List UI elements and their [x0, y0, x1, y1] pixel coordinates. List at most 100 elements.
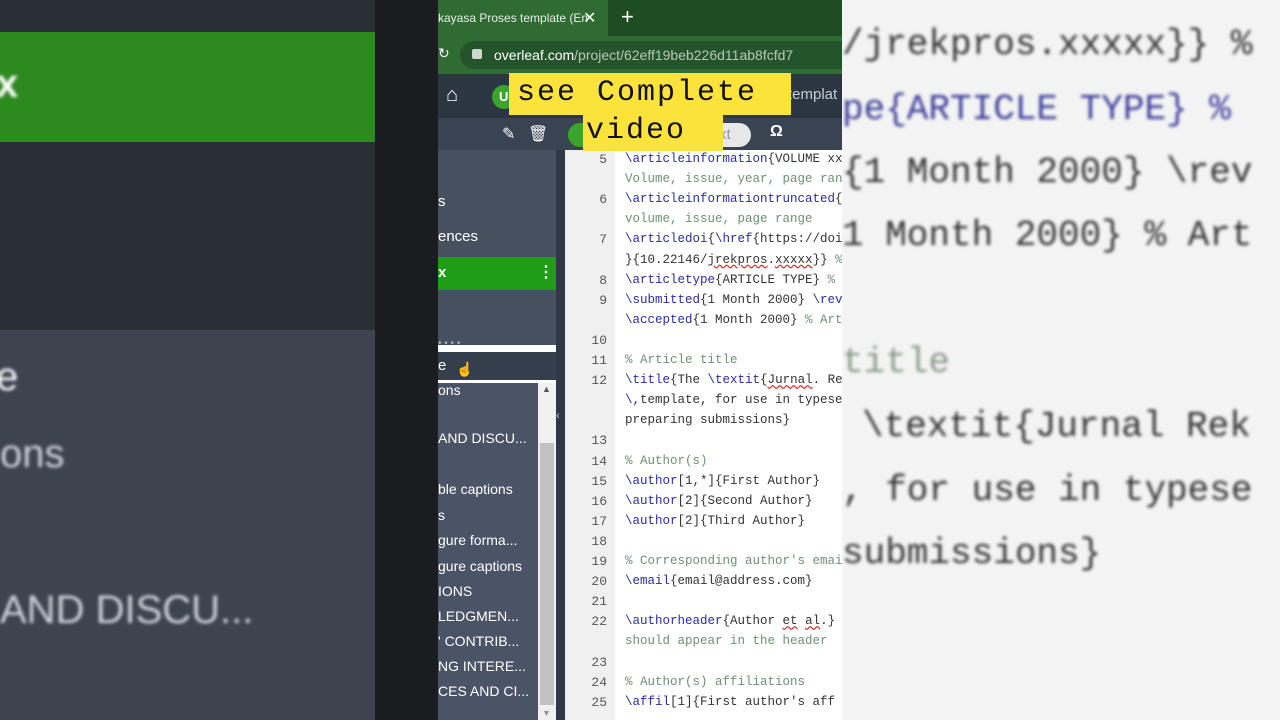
blurred-divider	[375, 0, 438, 720]
code-line: \author[2]{Second Author}	[625, 494, 813, 508]
kebab-menu-icon[interactable]: ⋮	[538, 262, 554, 282]
latex-comment: % Author(s) affiliations	[625, 674, 806, 689]
outline-item[interactable]: LEDGMEN...	[438, 608, 519, 624]
outline-item[interactable]: AND DISCU...	[438, 430, 527, 446]
code-text: {1 Month 2000}	[692, 312, 806, 327]
line-number: 16	[591, 493, 607, 509]
line-number: 11	[591, 353, 607, 368]
scroll-down-icon[interactable]: ▼	[542, 708, 551, 718]
blurred-code: \textit{Jurnal Rek	[862, 406, 1251, 447]
video-caption-overlay: see Complete	[509, 73, 791, 115]
project-name[interactable]: templat	[788, 86, 837, 103]
rename-pencil-icon[interactable]: ✎	[502, 124, 515, 144]
code-text: }}	[812, 252, 836, 267]
blurred-code: submissions}	[842, 533, 1102, 574]
code-text: {ARTICLE TYPE}	[715, 272, 828, 287]
blurred-selected-file	[0, 32, 375, 142]
latex-command: \textit	[707, 373, 761, 388]
code-line: \articleinformation{VOLUME xx	[625, 152, 842, 166]
latex-command: \articleinformation	[625, 152, 768, 166]
blurred-text: ons	[0, 432, 65, 476]
code-text: template, for use in typese	[640, 393, 842, 408]
close-tab-icon[interactable]: ✕	[583, 8, 596, 28]
latex-command: \authorheader	[625, 614, 723, 629]
line-number: 18	[591, 533, 607, 549]
scroll-up-icon[interactable]: ▲	[542, 384, 551, 394]
code-line: \affil[1]{First author's aff	[625, 695, 835, 709]
code-text: [1,*]{First Author}	[677, 473, 821, 488]
line-number: 9	[599, 292, 607, 308]
line-number: 24	[591, 674, 607, 690]
code-text: [2]{Third Author}	[677, 513, 806, 528]
outline-item[interactable]: IONS	[438, 583, 472, 599]
outline-item[interactable]: gure captions	[438, 558, 522, 574]
code-line: \submitted{1 Month 2000} \rev	[625, 293, 842, 307]
blurred-text: AND DISCU...	[0, 588, 254, 632]
code-text: [2]{Second Author}	[677, 493, 813, 508]
blurred-code: /jrekpros.xxxxx}} %	[842, 24, 1253, 65]
outline-item[interactable]: ' CONTRIB...	[438, 633, 519, 649]
line-number: 25	[591, 694, 607, 710]
scroll-thumb[interactable]	[540, 443, 554, 705]
latex-comment: % Corresponding author's emai	[625, 554, 842, 568]
new-tab-button[interactable]: +	[621, 4, 634, 30]
code-text: }{10.22146/	[625, 252, 708, 267]
browser-tab[interactable]: kayasa Proses template (En ✕	[438, 0, 608, 36]
outline-item[interactable]: ble captions	[438, 481, 513, 497]
outline-item[interactable]: ons	[438, 382, 461, 398]
latex-command: \author	[625, 493, 678, 508]
latex-command: \author	[625, 473, 678, 488]
outline-title: e	[438, 357, 447, 374]
spellcheck-word: xxxxx	[775, 252, 813, 267]
outline-item[interactable]: gure forma...	[438, 532, 517, 548]
latex-command: \articletype	[625, 272, 716, 287]
outline-item[interactable]: CES AND CI...	[438, 683, 529, 699]
blurred-code: , for use in typese	[842, 470, 1253, 511]
latex-command: \articledoi	[625, 232, 708, 247]
code-text: .	[767, 252, 776, 267]
line-number: 6	[599, 192, 607, 208]
trash-icon[interactable]: 🗑	[528, 124, 548, 144]
video-frame: kayasa Proses template (En ✕ + ↻ overlea…	[438, 0, 842, 720]
line-number: 22	[591, 614, 607, 630]
latex-command: \articleinformationtruncated	[625, 192, 836, 207]
code-line: Volume, issue, year, page ran	[625, 172, 842, 186]
line-number: 15	[591, 473, 607, 489]
latex-comment: %	[835, 252, 842, 267]
file-tree-item-selected[interactable]: x ⋮	[438, 257, 556, 290]
latex-command: \rev	[812, 292, 842, 307]
code-text: {The	[670, 373, 708, 388]
blurred-code: {1 Month 2000} \rev	[842, 152, 1253, 193]
symbol-palette-icon[interactable]: Ω	[770, 123, 783, 141]
line-number: 13	[591, 433, 607, 449]
code-text: .}	[820, 614, 836, 629]
blurred-code: pe{ARTICLE TYPE} %	[842, 89, 1231, 130]
line-number: 5	[599, 152, 607, 167]
url-input[interactable]: overleaf.com/project/62eff19beb226d11ab8…	[460, 41, 842, 69]
latex-command: \submitted	[625, 292, 701, 307]
code-text: [1]{First author's aff	[670, 694, 836, 709]
line-number-gutter: 5 6 7 8 9 10 11 12 13 14 15 16 17 18 19 20 21 22 23 24 25	[565, 150, 615, 720]
resize-handle[interactable]: • • • •	[438, 338, 460, 349]
file-tree-item[interactable]: s	[438, 193, 446, 210]
spellcheck-word: Jurnal	[767, 373, 813, 388]
home-icon[interactable]: ⌂	[446, 84, 458, 107]
code-line: \title{The \textit{Jurnal. Rek	[625, 373, 842, 387]
collapse-chevron-icon[interactable]: ‹	[556, 410, 565, 428]
outline-header[interactable]: e ☝	[438, 352, 556, 380]
code-text: {VOLUME xx	[767, 152, 842, 166]
code-line: % Corresponding author's emai	[625, 554, 842, 568]
line-number: 8	[599, 272, 607, 288]
outline-item[interactable]: NG INTERE...	[438, 658, 526, 674]
code-line: \accepted{1 Month 2000} % Art	[625, 313, 842, 327]
file-tree-item[interactable]: ences	[438, 228, 478, 245]
panel-divider[interactable]	[556, 150, 565, 720]
code-line: % Author(s) affiliations	[625, 675, 805, 689]
outline-item[interactable]: s	[438, 507, 445, 523]
code-line: \author[2]{Third Author}	[625, 514, 805, 528]
blurred-background-right: /jrekpros.xxxxx}} % pe{ARTICLE TYPE} % {…	[842, 0, 1280, 720]
outline-scrollbar[interactable]: ▲ ▼	[538, 383, 556, 720]
code-line: }{10.22146/jrekpros.xxxxx}} %	[625, 253, 842, 267]
reload-icon[interactable]: ↻	[438, 45, 450, 62]
code-line: \articletype{ARTICLE TYPE} %	[625, 273, 835, 287]
